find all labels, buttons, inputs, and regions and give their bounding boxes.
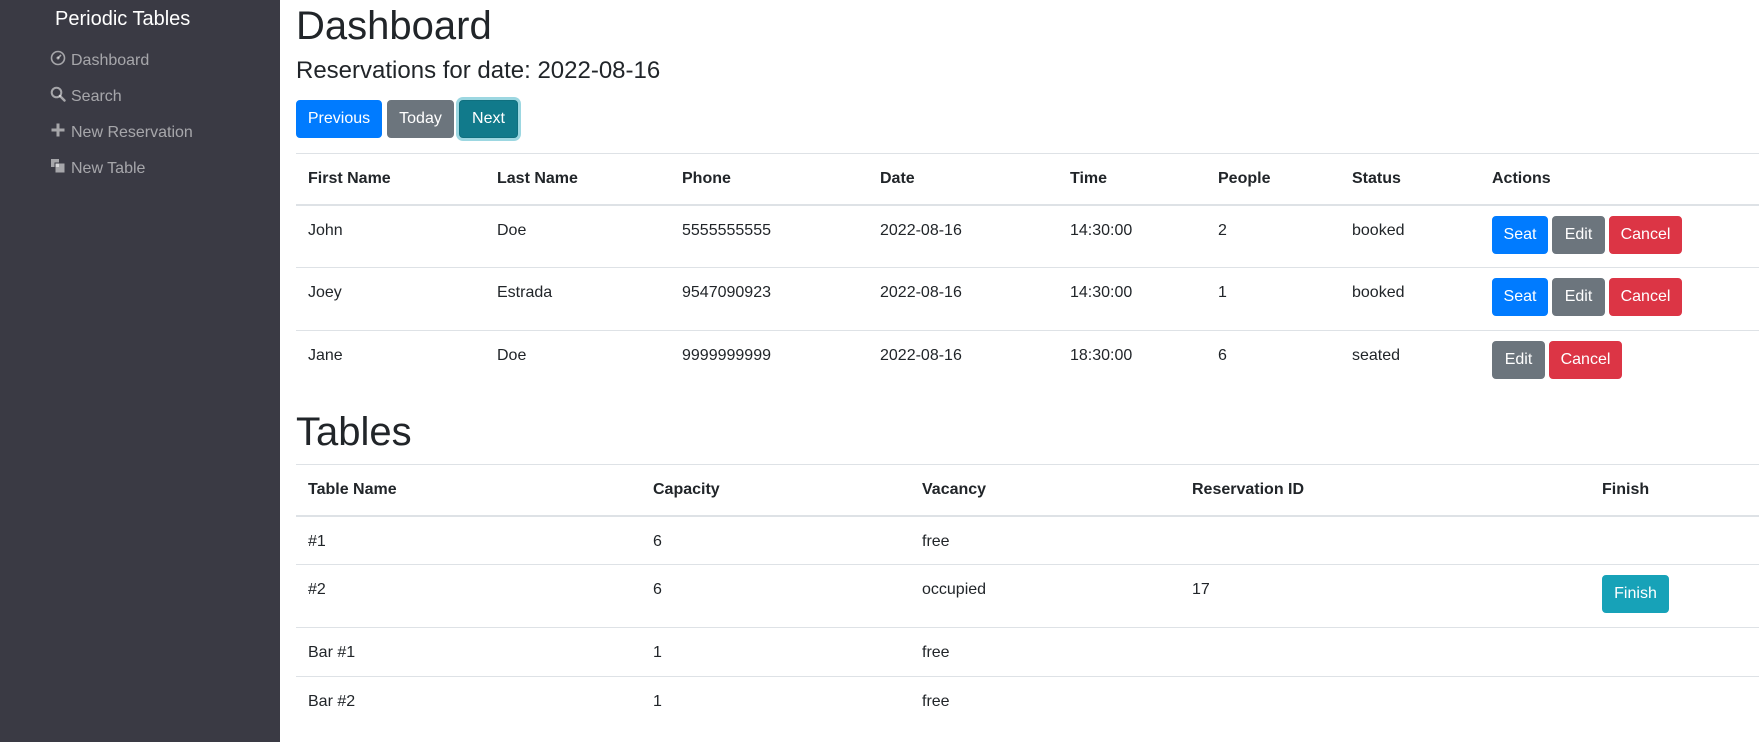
table-row: John Doe 5555555555 2022-08-16 14:30:00 … xyxy=(296,204,1759,268)
brand-title[interactable]: Periodic Tables xyxy=(55,8,190,31)
table-row: Bar #1 1 free xyxy=(296,627,1759,677)
reservations-table: First Name Last Name Phone Date Time Peo… xyxy=(296,153,1759,394)
people-cell: 1 xyxy=(1206,267,1340,331)
search-icon xyxy=(50,86,66,107)
table-row: Jane Doe 9999999999 2022-08-16 18:30:00 … xyxy=(296,330,1759,394)
vacancy-cell: free xyxy=(910,627,1180,677)
first-name-cell: John xyxy=(296,204,485,268)
table-row: #1 6 free xyxy=(296,515,1759,565)
column-header: Table Name xyxy=(296,464,641,517)
capacity-cell: 6 xyxy=(641,564,910,628)
tables-heading: Tables xyxy=(296,410,412,454)
column-header: Date xyxy=(868,153,1058,206)
next-button[interactable]: Next xyxy=(459,100,518,138)
table-header-row: First Name Last Name Phone Date Time Peo… xyxy=(296,153,1759,206)
column-header: Finish xyxy=(1590,464,1759,517)
status-cell: booked xyxy=(1340,267,1480,331)
table-row: Joey Estrada 9547090923 2022-08-16 14:30… xyxy=(296,267,1759,331)
page-title: Dashboard xyxy=(296,4,492,48)
people-cell: 2 xyxy=(1206,204,1340,268)
edit-button[interactable]: Edit xyxy=(1552,278,1605,316)
sidebar-item-label: Dashboard xyxy=(71,51,150,69)
last-name-cell: Doe xyxy=(485,204,670,268)
column-header: People xyxy=(1206,153,1340,206)
reservation-id-cell xyxy=(1180,627,1590,677)
seat-button[interactable]: Seat xyxy=(1492,215,1548,254)
capacity-cell: 1 xyxy=(641,627,910,677)
column-header: Status xyxy=(1340,153,1480,206)
finish-cell: Finish xyxy=(1590,564,1759,628)
cancel-button[interactable]: Cancel xyxy=(1609,215,1682,254)
vacancy-cell: free xyxy=(910,515,1180,565)
date-cell: 2022-08-16 xyxy=(868,330,1058,394)
last-name-cell: Doe xyxy=(485,330,670,394)
edit-button[interactable]: Edit xyxy=(1492,341,1545,379)
plus-icon xyxy=(50,122,66,143)
reservation-id-cell xyxy=(1180,676,1590,726)
vacancy-cell: occupied xyxy=(910,564,1180,628)
finish-cell xyxy=(1590,627,1759,677)
today-button[interactable]: Today xyxy=(387,100,454,138)
date-navigation: Previous Today Next xyxy=(296,100,518,138)
date-cell: 2022-08-16 xyxy=(868,267,1058,331)
edit-button[interactable]: Edit xyxy=(1552,215,1605,254)
first-name-cell: Jane xyxy=(296,330,485,394)
cancel-button[interactable]: Cancel xyxy=(1609,278,1682,316)
previous-button[interactable]: Previous xyxy=(296,100,382,138)
vacancy-cell: free xyxy=(910,676,1180,726)
capacity-cell: 6 xyxy=(641,515,910,565)
phone-cell: 9547090923 xyxy=(670,267,868,331)
column-header: Capacity xyxy=(641,464,910,517)
actions-cell: Edit Cancel xyxy=(1480,330,1759,394)
tables-table: Table Name Capacity Vacancy Reservation … xyxy=(296,464,1759,726)
finish-cell xyxy=(1590,515,1759,565)
table-row: Bar #2 1 free xyxy=(296,676,1759,726)
sidebar-item-dashboard[interactable]: Dashboard xyxy=(50,50,149,71)
column-header: Reservation ID xyxy=(1180,464,1590,517)
column-header: First Name xyxy=(296,153,485,206)
phone-cell: 5555555555 xyxy=(670,204,868,268)
layers-icon xyxy=(50,158,66,179)
actions-cell: Seat Edit Cancel xyxy=(1480,204,1759,268)
table-header-row: Table Name Capacity Vacancy Reservation … xyxy=(296,464,1759,517)
people-cell: 6 xyxy=(1206,330,1340,394)
last-name-cell: Estrada xyxy=(485,267,670,331)
column-header: Vacancy xyxy=(910,464,1180,517)
cancel-button[interactable]: Cancel xyxy=(1549,341,1622,379)
sidebar: Periodic Tables Dashboard Search New Res… xyxy=(0,0,280,742)
time-cell: 18:30:00 xyxy=(1058,330,1206,394)
sidebar-item-new-reservation[interactable]: New Reservation xyxy=(50,122,193,143)
seat-button[interactable]: Seat xyxy=(1492,278,1548,316)
table-name-cell: #1 xyxy=(296,515,641,565)
phone-cell: 9999999999 xyxy=(670,330,868,394)
capacity-cell: 1 xyxy=(641,676,910,726)
finish-cell xyxy=(1590,676,1759,726)
column-header: Time xyxy=(1058,153,1206,206)
status-cell: booked xyxy=(1340,204,1480,268)
sidebar-item-search[interactable]: Search xyxy=(50,86,122,107)
sidebar-item-label: New Table xyxy=(71,159,146,177)
actions-cell: Seat Edit Cancel xyxy=(1480,267,1759,331)
sidebar-item-label: New Reservation xyxy=(71,123,193,141)
first-name-cell: Joey xyxy=(296,267,485,331)
sidebar-item-label: Search xyxy=(71,87,122,105)
table-name-cell: #2 xyxy=(296,564,641,628)
table-name-cell: Bar #2 xyxy=(296,676,641,726)
table-row: #2 6 occupied 17 Finish xyxy=(296,564,1759,628)
column-header: Phone xyxy=(670,153,868,206)
dashboard-icon xyxy=(50,50,66,71)
column-header: Last Name xyxy=(485,153,670,206)
column-header: Actions xyxy=(1480,153,1759,206)
finish-button[interactable]: Finish xyxy=(1602,575,1669,613)
table-name-cell: Bar #1 xyxy=(296,627,641,677)
reservation-id-cell: 17 xyxy=(1180,564,1590,628)
time-cell: 14:30:00 xyxy=(1058,267,1206,331)
status-cell: seated xyxy=(1340,330,1480,394)
reservation-id-cell xyxy=(1180,515,1590,565)
reservations-date-heading: Reservations for date: 2022-08-16 xyxy=(296,57,661,84)
sidebar-item-new-table[interactable]: New Table xyxy=(50,158,145,179)
time-cell: 14:30:00 xyxy=(1058,204,1206,268)
date-cell: 2022-08-16 xyxy=(868,204,1058,268)
